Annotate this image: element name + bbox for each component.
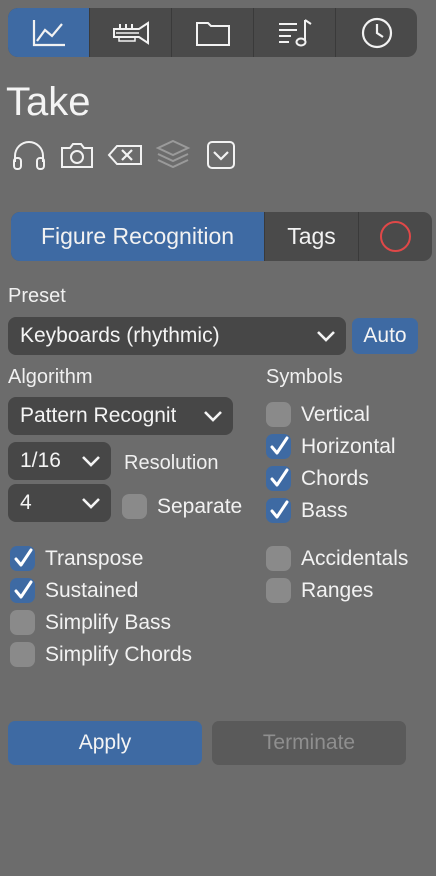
option-checkbox-sustained[interactable]: Sustained: [10, 578, 138, 603]
separate-label: Separate: [157, 494, 243, 518]
mode-tabs: Figure Recognition Tags: [11, 212, 432, 261]
page-title: Take: [6, 80, 91, 124]
chevron-down-icon: [204, 411, 222, 422]
layers-icon: [155, 139, 191, 169]
chart-line-icon: [32, 19, 65, 46]
accidentals-checkbox[interactable]: Accidentals: [266, 546, 408, 571]
toolbar-button-instrument[interactable]: [89, 8, 171, 57]
checkbox-box: [266, 578, 291, 603]
preset-label: Preset: [8, 285, 66, 307]
symbol-checkbox-bass[interactable]: Bass: [266, 498, 348, 523]
dropdown-box-icon: [207, 141, 235, 169]
top-toolbar: [8, 8, 417, 57]
count-select[interactable]: 4: [8, 484, 111, 522]
symbol-label: Bass: [301, 498, 348, 522]
checkbox-box: [266, 402, 291, 427]
preset-value: Keyboards (rhythmic): [20, 324, 220, 347]
checkmark-icon: [270, 500, 288, 518]
checkbox-box: [122, 494, 147, 519]
tab-record[interactable]: [358, 212, 432, 261]
trumpet-icon: [112, 20, 149, 45]
symbol-checkbox-vertical[interactable]: Vertical: [266, 402, 370, 427]
chevron-down-icon: [82, 498, 100, 509]
checkbox-box: [266, 434, 291, 459]
symbols-label: Symbols: [266, 366, 343, 388]
snapshot-button[interactable]: [53, 136, 101, 174]
camera-icon: [61, 143, 93, 168]
option-label: Sustained: [45, 578, 139, 602]
checkmark-icon: [270, 436, 288, 454]
clear-button[interactable]: [101, 136, 149, 174]
more-options-button[interactable]: [197, 136, 245, 174]
option-label: Simplify Chords: [45, 642, 193, 666]
symbol-label: Chords: [301, 466, 369, 490]
algorithm-select[interactable]: Pattern Recognit: [8, 397, 233, 435]
checkbox-box: [266, 466, 291, 491]
checkbox-box: [266, 498, 291, 523]
checkmark-icon: [14, 548, 32, 566]
checkbox-box: [10, 642, 35, 667]
clock-icon: [361, 17, 392, 48]
monitor-button[interactable]: [5, 136, 53, 174]
record-icon: [380, 221, 411, 252]
resolution-label: Resolution: [124, 452, 219, 474]
accidentals-label: Accidentals: [301, 546, 409, 570]
toolbar-button-history[interactable]: [335, 8, 417, 57]
chevron-down-icon: [317, 331, 335, 342]
algorithm-value: Pattern Recognit: [20, 404, 177, 427]
ranges-label: Ranges: [301, 578, 374, 602]
checkmark-icon: [14, 580, 32, 598]
resolution-select[interactable]: 1/16: [8, 442, 111, 480]
symbol-checkbox-horizontal[interactable]: Horizontal: [266, 434, 396, 459]
auto-button[interactable]: Auto: [352, 318, 418, 354]
checkmark-icon: [270, 468, 288, 486]
option-checkbox-transpose[interactable]: Transpose: [10, 546, 143, 571]
symbol-label: Vertical: [301, 402, 370, 426]
separate-checkbox[interactable]: Separate: [122, 494, 242, 519]
apply-button[interactable]: Apply: [8, 721, 202, 765]
layers-button[interactable]: [149, 136, 197, 174]
ranges-checkbox[interactable]: Ranges: [266, 578, 373, 603]
option-label: Simplify Bass: [45, 610, 172, 634]
resolution-value: 1/16: [20, 449, 61, 472]
terminate-button[interactable]: Terminate: [212, 721, 406, 765]
symbol-label: Horizontal: [301, 434, 396, 458]
delete-backspace-icon: [107, 145, 142, 165]
folder-icon: [195, 21, 230, 46]
checkbox-box: [266, 546, 291, 571]
headphones-icon: [13, 141, 45, 170]
tab-figure-recognition[interactable]: Figure Recognition: [11, 212, 264, 261]
symbol-checkbox-chords[interactable]: Chords: [266, 466, 369, 491]
toolbar-button-chart[interactable]: [8, 8, 89, 57]
option-checkbox-simplify-bass[interactable]: Simplify Bass: [10, 610, 171, 635]
count-value: 4: [20, 491, 32, 514]
action-icon-row: [5, 136, 245, 174]
option-label: Transpose: [45, 546, 144, 570]
checkbox-box: [10, 578, 35, 603]
checkbox-box: [10, 546, 35, 571]
toolbar-button-folder[interactable]: [171, 8, 253, 57]
preset-select[interactable]: Keyboards (rhythmic): [8, 317, 346, 355]
tab-tags[interactable]: Tags: [264, 212, 358, 261]
checkbox-box: [10, 610, 35, 635]
toolbar-button-playlist[interactable]: [253, 8, 335, 57]
algorithm-label: Algorithm: [8, 366, 93, 388]
chevron-down-icon: [82, 456, 100, 467]
playlist-music-icon: [278, 18, 312, 46]
option-checkbox-simplify-chords[interactable]: Simplify Chords: [10, 642, 192, 667]
